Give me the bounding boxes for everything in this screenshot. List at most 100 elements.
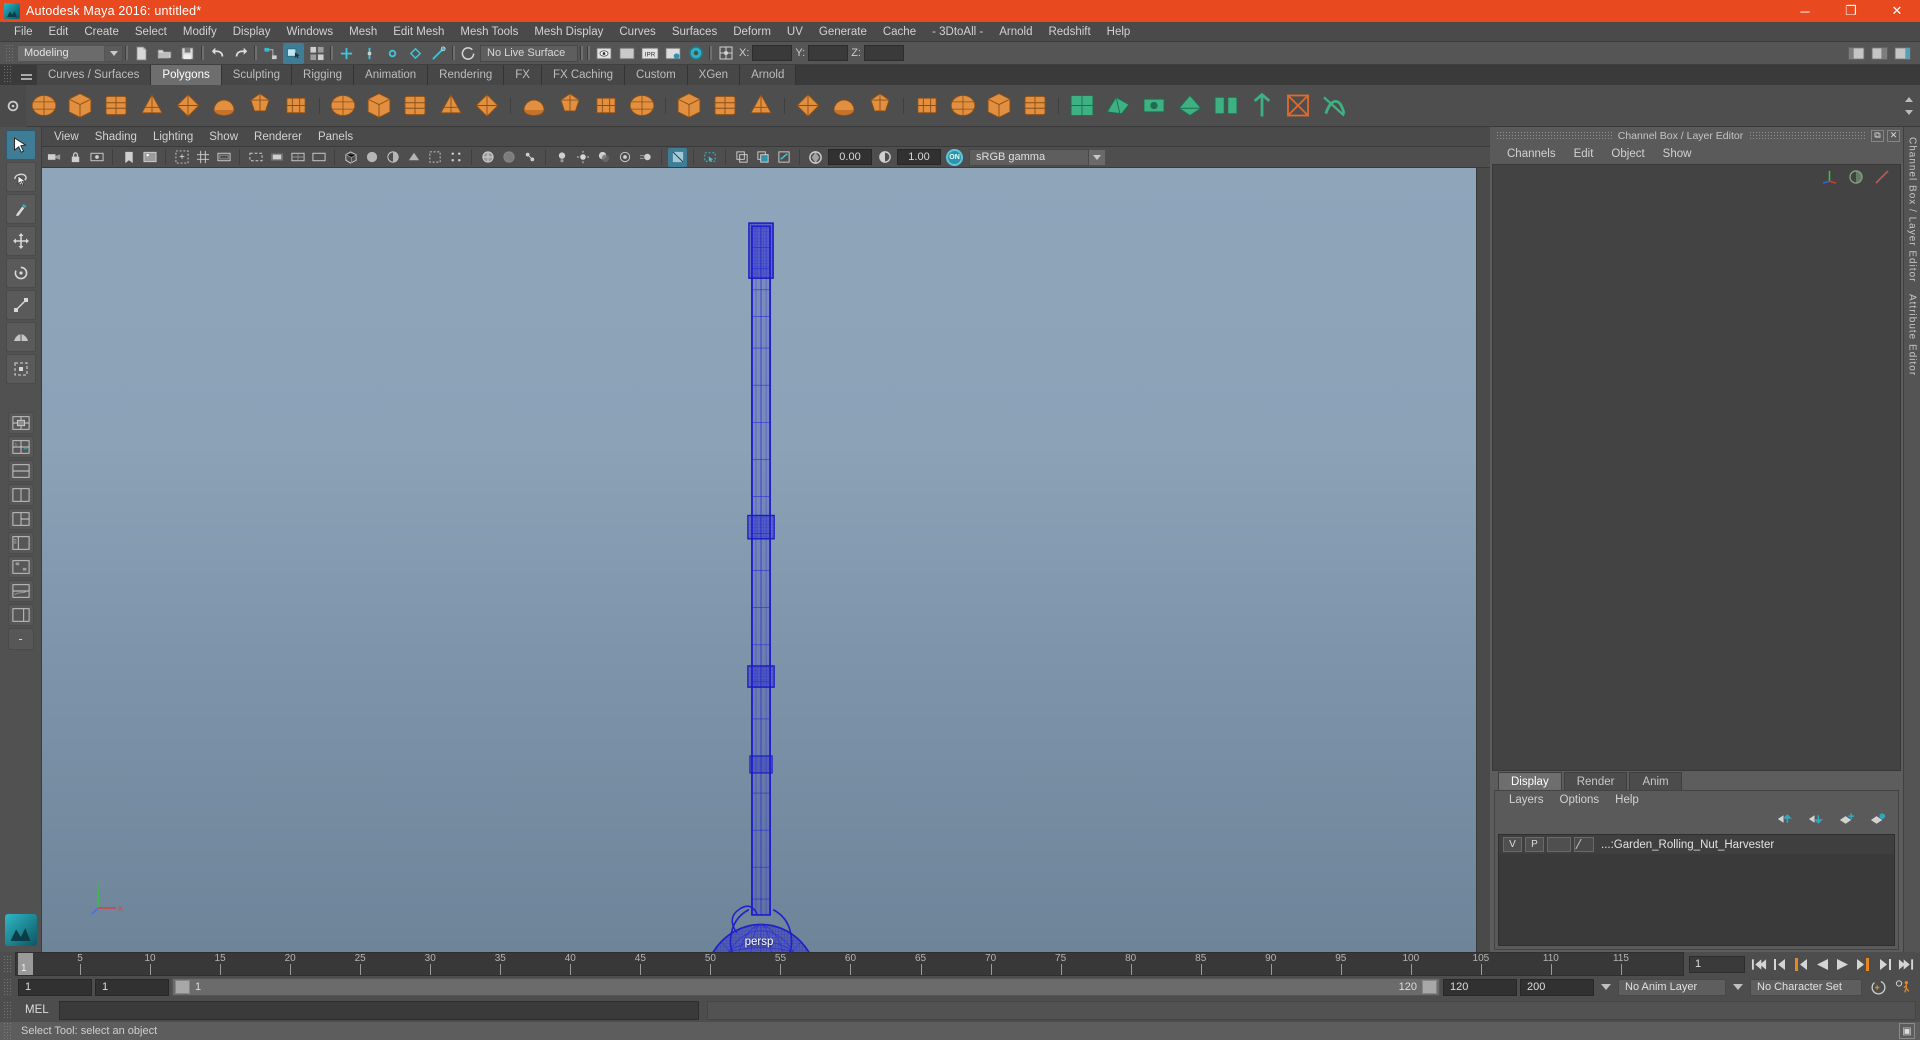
vertical-tab-channel-box[interactable]: Channel Box / Layer Editor	[1907, 133, 1918, 287]
render-view-icon[interactable]	[593, 43, 614, 64]
anim-start-field[interactable]: 1	[18, 978, 92, 996]
film-gate-icon[interactable]	[214, 148, 233, 167]
select-camera-icon[interactable]	[45, 148, 64, 167]
red-slash-icon[interactable]	[1874, 169, 1890, 190]
target-weld-icon[interactable]	[1137, 89, 1171, 123]
shelf-grip[interactable]	[3, 65, 12, 84]
layer-menu-layers[interactable]: Layers	[1501, 791, 1552, 810]
soft-modification-tool[interactable]	[5, 322, 36, 352]
minimize-button[interactable]: ─	[1782, 0, 1828, 22]
range-end-handle[interactable]	[1422, 980, 1437, 994]
command-input[interactable]	[58, 1000, 699, 1020]
menu-item-mesh-display[interactable]: Mesh Display	[526, 22, 611, 42]
new-layer-icon[interactable]	[1838, 812, 1855, 831]
hypergraph-layout[interactable]	[7, 556, 34, 578]
menu-set-dropdown-arrow[interactable]	[105, 44, 123, 62]
xray-joints-icon[interactable]	[520, 148, 539, 167]
move-layer-up-icon[interactable]	[1776, 812, 1793, 831]
camera-attributes-icon[interactable]	[87, 148, 106, 167]
viewport-scrollbar[interactable]	[1476, 168, 1490, 952]
step-forward-key-icon[interactable]	[1855, 955, 1872, 973]
lock-camera-icon[interactable]	[66, 148, 85, 167]
shelf-tab-animation[interactable]: Animation	[354, 65, 429, 85]
command-language-label[interactable]: MEL	[15, 1004, 59, 1016]
poly-svg-icon[interactable]	[708, 89, 742, 123]
snap-to-view-plane-icon[interactable]	[405, 43, 426, 64]
menu-item-generate[interactable]: Generate	[811, 22, 875, 42]
channel-box-body[interactable]	[1492, 164, 1901, 771]
live-surface-field[interactable]: No Live Surface	[480, 44, 578, 62]
character-set-dropdown-arrow[interactable]	[1733, 984, 1743, 990]
mirror-icon[interactable]	[1245, 89, 1279, 123]
menu-item-display[interactable]: Display	[225, 22, 279, 42]
image-plane-icon[interactable]	[140, 148, 159, 167]
menu-item-cache[interactable]: Cache	[875, 22, 924, 42]
two-stacked-view-layout[interactable]	[7, 460, 34, 482]
connect-icon[interactable]	[1173, 89, 1207, 123]
layer-list[interactable]: V P ...:Garden_Rolling_Nut_Harvester	[1498, 834, 1895, 946]
xray-icon[interactable]	[499, 148, 518, 167]
animation-preferences-icon[interactable]	[1895, 978, 1912, 996]
two-side-by-side-layout[interactable]	[7, 484, 34, 506]
anim-layer-select[interactable]: No Anim Layer	[1618, 978, 1726, 996]
character-set-select[interactable]: No Character Set	[1750, 978, 1862, 996]
poly-cube-icon[interactable]	[63, 89, 97, 123]
poly-cone-icon[interactable]	[135, 89, 169, 123]
all-lights-icon[interactable]	[573, 148, 592, 167]
range-grip[interactable]	[3, 977, 12, 997]
viewport-menu-renderer[interactable]: Renderer	[246, 127, 310, 147]
poly-disc-icon[interactable]	[243, 89, 277, 123]
depth-of-field-icon[interactable]	[700, 148, 719, 167]
layer-menu-help[interactable]: Help	[1607, 791, 1647, 810]
open-scene-icon[interactable]	[154, 43, 175, 64]
z-input[interactable]	[863, 45, 904, 61]
grid-toggle-icon[interactable]	[193, 148, 212, 167]
vertical-tab-attribute-editor[interactable]: Attribute Editor	[1907, 290, 1918, 380]
channel-box-menu-channels[interactable]: Channels	[1498, 144, 1565, 164]
step-back-key-icon[interactable]	[1792, 955, 1809, 973]
menu-item-3dtoall[interactable]: - 3DtoAll -	[924, 22, 991, 42]
shelf-tab-xgen[interactable]: XGen	[687, 65, 741, 85]
lasso-select-tool[interactable]	[5, 162, 36, 192]
time-slider-grip[interactable]	[3, 954, 12, 974]
go-to-start-icon[interactable]	[1750, 955, 1767, 973]
poly-boolean-icon[interactable]	[791, 89, 825, 123]
viewport-menu-panels[interactable]: Panels	[310, 127, 361, 147]
step-forward-frame-icon[interactable]	[1876, 955, 1893, 973]
layer-playback-toggle[interactable]: P	[1525, 837, 1544, 852]
channel-box-menu-object[interactable]: Object	[1602, 144, 1653, 164]
command-line-grip[interactable]	[3, 1000, 12, 1020]
menu-item-edit-mesh[interactable]: Edit Mesh	[385, 22, 452, 42]
safe-action-icon[interactable]	[309, 148, 328, 167]
anim-end-field[interactable]: 200	[1520, 978, 1594, 996]
menu-item-surfaces[interactable]: Surfaces	[664, 22, 725, 42]
poly-extrude-icon[interactable]	[910, 89, 944, 123]
shelf-tab-rendering[interactable]: Rendering	[428, 65, 505, 85]
poly-combine-icon[interactable]	[827, 89, 861, 123]
gamma-value[interactable]: 1.00	[897, 149, 941, 165]
channel-box-menu-show[interactable]: Show	[1654, 144, 1701, 164]
symmetry-icon[interactable]	[1281, 89, 1315, 123]
poly-gear-icon[interactable]	[470, 89, 504, 123]
isolate-select-icon[interactable]	[732, 148, 751, 167]
move-tool[interactable]	[5, 226, 36, 256]
poly-prism-icon[interactable]	[362, 89, 396, 123]
shading-sphere-icon[interactable]	[1848, 169, 1864, 190]
shelf-scroll-arrows[interactable]	[1900, 85, 1918, 127]
scale-tool[interactable]	[5, 290, 36, 320]
snap-to-axis-icon[interactable]	[428, 43, 449, 64]
shelf-options-icon[interactable]	[0, 84, 26, 127]
maya-bookmark-icon[interactable]	[4, 914, 37, 946]
play-backwards-icon[interactable]	[1813, 955, 1830, 973]
poly-spherical-harmonics-icon[interactable]	[589, 89, 623, 123]
channel-box-toggle-icon[interactable]	[1892, 43, 1913, 64]
help-line-icon[interactable]: ▣	[1899, 1023, 1915, 1039]
current-time-indicator[interactable]: 1	[18, 953, 33, 975]
default-light-icon[interactable]	[552, 148, 571, 167]
transform-axis-icon[interactable]	[1821, 168, 1838, 190]
smooth-shade-selected-icon[interactable]	[383, 148, 402, 167]
gamma-icon[interactable]	[875, 148, 894, 167]
bookmark-icon[interactable]	[119, 148, 138, 167]
select-by-object-icon[interactable]	[283, 42, 304, 64]
poly-separate-icon[interactable]	[863, 89, 897, 123]
